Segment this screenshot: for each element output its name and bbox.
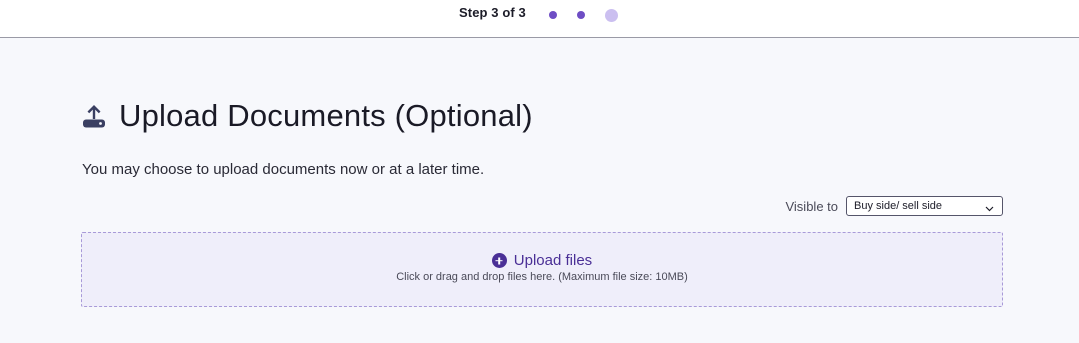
file-dropzone[interactable]: Upload files Click or drag and drop file… <box>81 232 1003 307</box>
step-indicator-label: Step 3 of 3 <box>459 5 526 20</box>
step-dot-3-current <box>605 8 618 22</box>
step-progress-dots <box>549 8 618 22</box>
upload-files-button[interactable]: Upload files <box>82 252 1002 269</box>
page-title: Upload Documents (Optional) <box>119 98 533 133</box>
step-dot-2 <box>577 11 585 19</box>
top-bar: Step 3 of 3 <box>0 0 1079 38</box>
plus-circle-icon <box>491 253 507 268</box>
upload-icon <box>82 103 106 129</box>
page-subtitle: You may choose to upload documents now o… <box>82 161 485 178</box>
visibility-label: Visible to <box>785 198 838 214</box>
visibility-control: Visible to Buy side/ sell side <box>785 196 1003 216</box>
visibility-select[interactable]: Buy side/ sell side <box>846 196 1003 216</box>
visibility-selected-value: Buy side/ sell side <box>854 200 943 212</box>
chevron-down-icon <box>985 203 994 212</box>
upload-files-label: Upload files <box>513 252 593 269</box>
upload-hint: Click or drag and drop files here. (Maxi… <box>396 271 688 283</box>
page-header: Upload Documents (Optional) <box>82 98 533 134</box>
step-dot-1 <box>549 11 557 19</box>
